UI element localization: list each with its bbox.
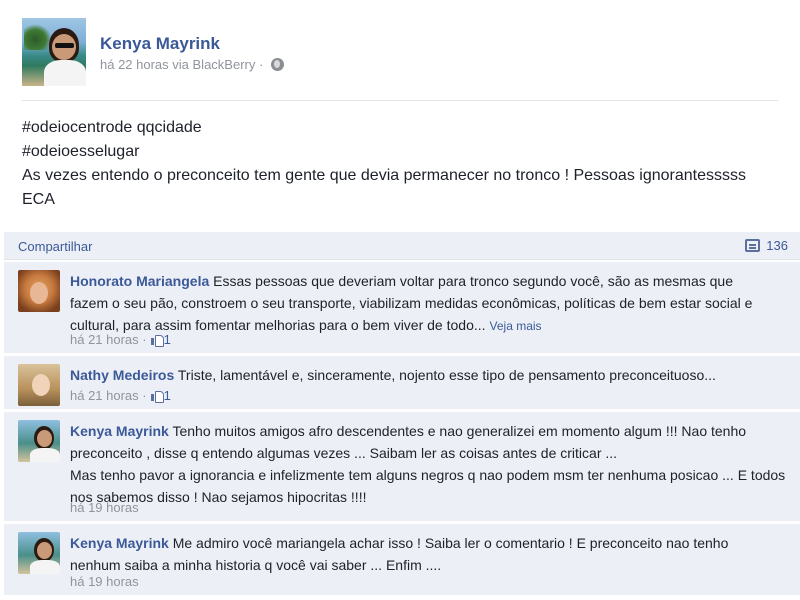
comment-text: Kenya Mayrink Me admiro você mariangela …: [70, 532, 790, 576]
commenter-avatar[interactable]: [18, 270, 60, 312]
comment-item: Nathy Medeiros Triste, lamentável e, sin…: [4, 356, 800, 410]
comment-text: Kenya Mayrink Tenho muitos amigos afro d…: [70, 420, 790, 508]
comment-body: cultural, para assim fomentar melhorias …: [70, 317, 486, 333]
like-icon[interactable]: [150, 334, 164, 347]
comment-meta: há 19 horas: [70, 500, 139, 515]
comment-body: Mas tenho pavor a ignorancia e infelizme…: [70, 467, 786, 483]
comment-timestamp[interactable]: há 19 horas: [70, 574, 139, 589]
comment-author[interactable]: Honorato Mariangela: [70, 273, 209, 289]
comment-body: preconceito , disse q entendo algumas ve…: [70, 445, 618, 461]
post-divider: [22, 100, 778, 101]
post-actions-bar: Compartilhar 136: [4, 232, 800, 260]
comments-count[interactable]: 136: [745, 238, 788, 253]
post-author-name[interactable]: Kenya Mayrink: [100, 34, 220, 54]
comment-author[interactable]: Kenya Mayrink: [70, 423, 169, 439]
comment-body: nenhum saiba a minha historia q você vai…: [70, 557, 442, 573]
comment-meta: há 19 horas: [70, 574, 139, 589]
comment-text: Nathy Medeiros Triste, lamentável e, sin…: [70, 364, 790, 386]
comment-meta: há 21 horas · 1: [70, 332, 171, 347]
comment-count-value: 136: [766, 238, 788, 253]
post-text-line: ECA: [22, 191, 55, 208]
post-timestamp[interactable]: há 22 horas via BlackBerry ·: [100, 57, 263, 72]
post-meta: há 22 horas via BlackBerry ·: [100, 57, 284, 72]
comment-timestamp[interactable]: há 19 horas: [70, 500, 139, 515]
comment-body: fazem o seu pão, constroem o seu transpo…: [70, 295, 753, 311]
comment-body: Triste, lamentável e, sinceramente, noje…: [177, 367, 716, 383]
comment-body: Tenho muitos amigos afro descendentes e …: [172, 423, 747, 439]
post-body: #odeiocentrode qqcidade #odeioesselugar …: [22, 116, 782, 212]
comment-body: Me admiro você mariangela achar isso ! S…: [172, 535, 729, 551]
comment-item: Honorato Mariangela Essas pessoas que de…: [4, 262, 800, 354]
comment-meta: há 21 horas · 1: [70, 388, 171, 403]
share-link[interactable]: Compartilhar: [18, 239, 92, 254]
like-icon[interactable]: [150, 390, 164, 403]
comment-timestamp[interactable]: há 21 horas: [70, 388, 139, 403]
commenter-avatar[interactable]: [18, 364, 60, 406]
like-count[interactable]: 1: [164, 332, 171, 347]
author-avatar[interactable]: [22, 18, 86, 86]
post-header: Kenya Mayrink há 22 horas via BlackBerry…: [22, 18, 782, 90]
comment-item: Kenya Mayrink Me admiro você mariangela …: [4, 524, 800, 596]
post-text-line: #odeiocentrode qqcidade: [22, 119, 202, 136]
like-count[interactable]: 1: [164, 388, 171, 403]
commenter-avatar[interactable]: [18, 532, 60, 574]
comment-item: Kenya Mayrink Tenho muitos amigos afro d…: [4, 412, 800, 522]
see-more-link[interactable]: Veja mais: [490, 319, 542, 333]
comment-body: nos sabemos disso ! Nao sejamos hipocrit…: [70, 489, 367, 505]
comment-icon: [745, 239, 761, 252]
commenter-avatar[interactable]: [18, 420, 60, 462]
comment-author[interactable]: Nathy Medeiros: [70, 367, 174, 383]
comment-author[interactable]: Kenya Mayrink: [70, 535, 169, 551]
post-text-line: #odeioesselugar: [22, 143, 140, 160]
comment-body: Essas pessoas que deveriam voltar para t…: [213, 273, 733, 289]
comment-text: Honorato Mariangela Essas pessoas que de…: [70, 270, 790, 337]
post-text-line: As vezes entendo o preconceito tem gente…: [22, 167, 746, 184]
comment-timestamp[interactable]: há 21 horas: [70, 332, 139, 347]
globe-icon: [270, 58, 284, 71]
